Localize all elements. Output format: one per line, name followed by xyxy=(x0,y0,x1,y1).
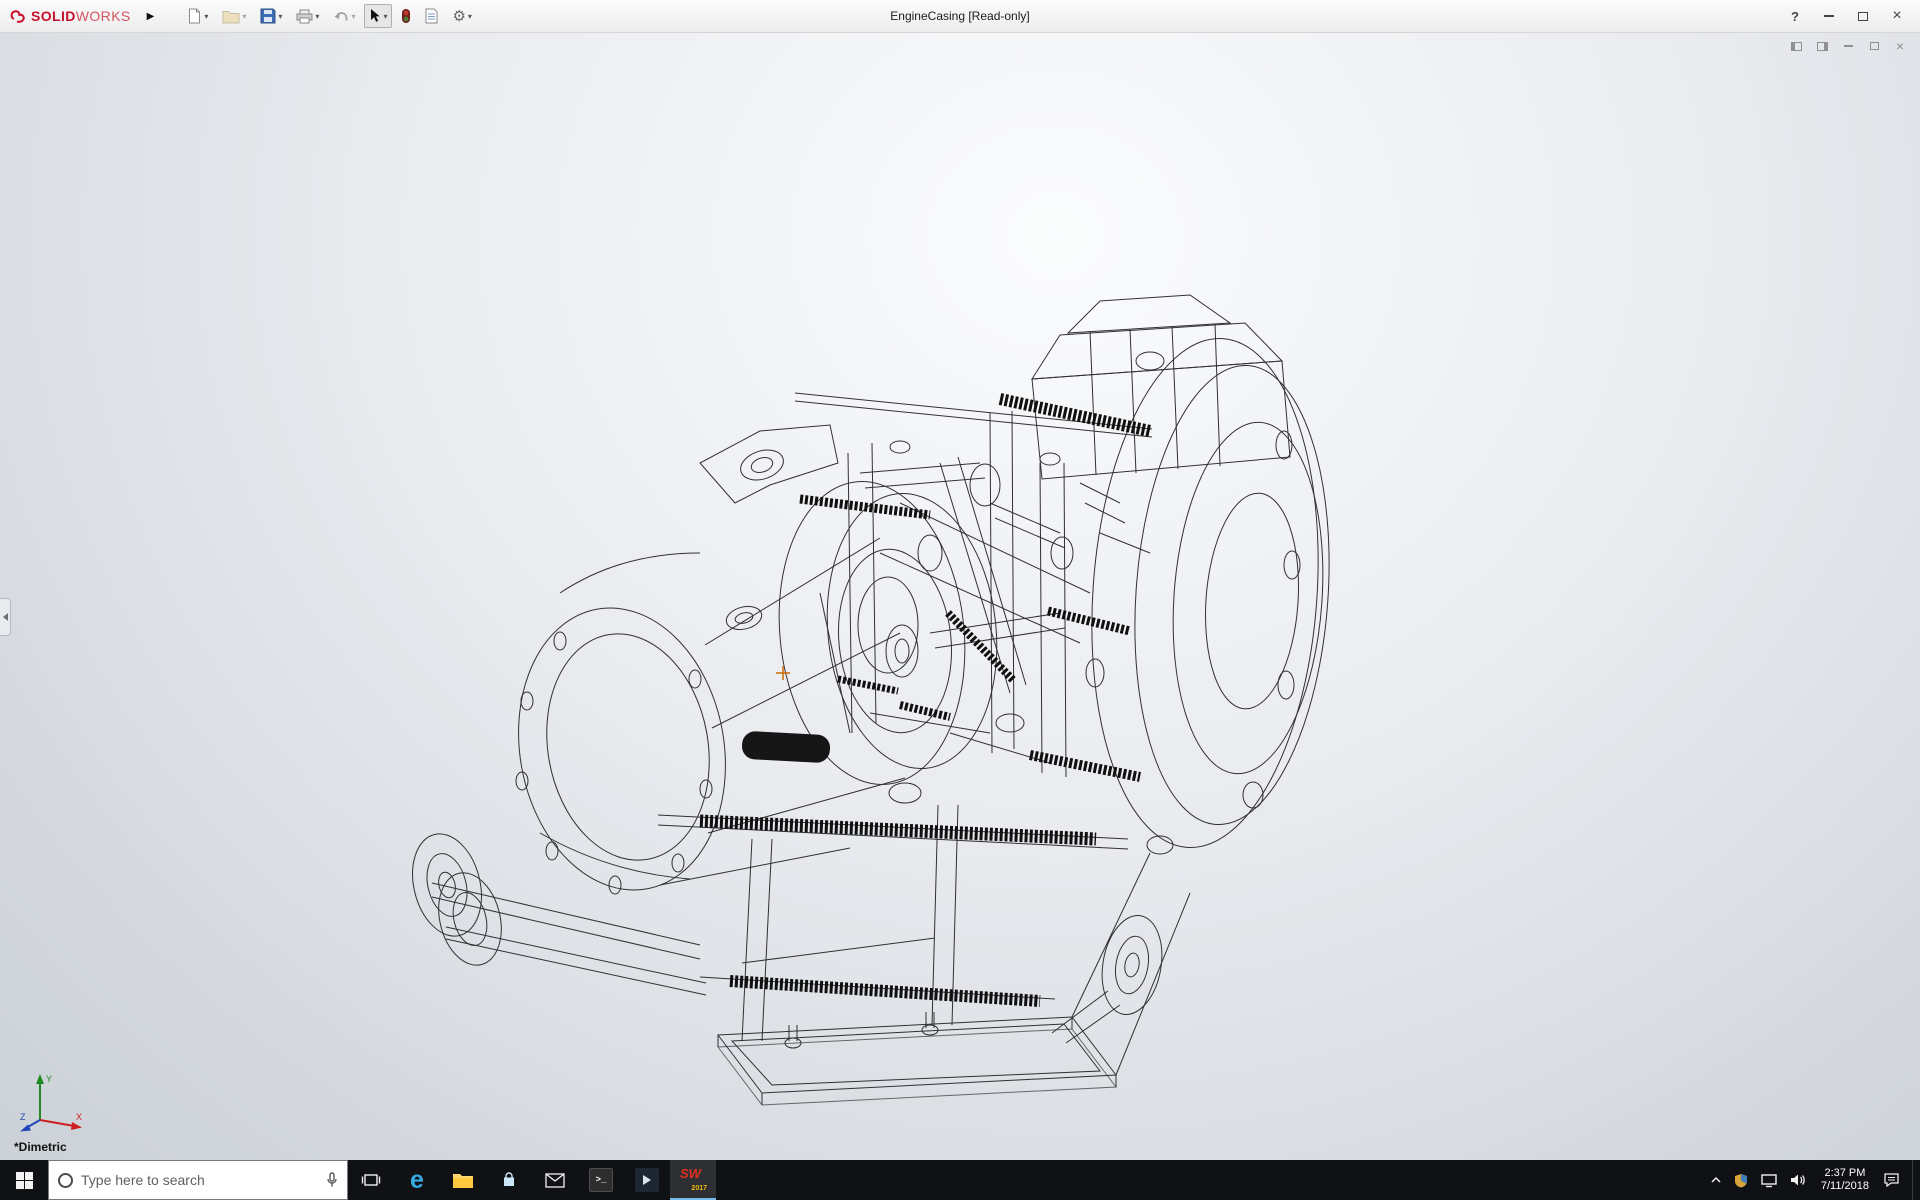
taskbar-clock[interactable]: 2:37 PM 7/11/2018 xyxy=(1819,1167,1871,1193)
print-icon xyxy=(296,9,313,24)
undo-arrow-icon xyxy=(333,9,349,23)
new-document-button[interactable]: ▾ xyxy=(182,4,213,28)
view-orientation-label: *Dimetric xyxy=(14,1140,67,1154)
system-tray: 2:37 PM 7/11/2018 xyxy=(1710,1160,1920,1200)
open-button[interactable]: ▾ xyxy=(217,5,251,28)
show-hidden-icons-button[interactable] xyxy=(1710,1176,1722,1184)
options-button[interactable]: ⚙ ▾ xyxy=(447,5,476,28)
ethernet-network-icon xyxy=(1760,1173,1778,1188)
document-title: EngineCasing [Read-only] xyxy=(890,9,1029,23)
command-prompt-icon: >_ xyxy=(589,1168,613,1192)
mail-envelope-icon xyxy=(545,1173,565,1188)
movies-tv-button[interactable] xyxy=(624,1160,670,1200)
undo-caret[interactable]: ▾ xyxy=(351,12,355,21)
edge-browser-button[interactable]: e xyxy=(394,1160,440,1200)
rebuild-semaphore-icon xyxy=(401,8,411,24)
security-tray-button[interactable] xyxy=(1734,1173,1748,1188)
solidworks-logo: SOLIDWORKS xyxy=(0,6,131,26)
axis-x-label: X xyxy=(76,1112,82,1122)
clock-time: 2:37 PM xyxy=(1824,1167,1865,1180)
new-document-icon xyxy=(187,8,202,24)
close-button[interactable]: × xyxy=(1880,4,1914,28)
microphone-icon[interactable] xyxy=(326,1172,338,1188)
minimize-icon xyxy=(1824,15,1834,17)
open-caret[interactable]: ▾ xyxy=(242,12,246,21)
solidworks-taskbar-button[interactable]: SW 2017 xyxy=(670,1160,716,1200)
action-center-icon xyxy=(1883,1172,1900,1188)
select-cursor-icon xyxy=(369,8,381,24)
minimize-button[interactable] xyxy=(1812,4,1846,28)
engine-wireframe-model[interactable] xyxy=(0,33,1920,1160)
taskbar-search-box[interactable] xyxy=(48,1160,348,1200)
volume-tray-button[interactable] xyxy=(1790,1173,1807,1187)
restore-icon xyxy=(1858,12,1868,21)
brand-suffix: WORKS xyxy=(76,8,131,24)
windows-taskbar: e >_ xyxy=(0,1160,1920,1200)
file-properties-button[interactable] xyxy=(420,4,443,28)
axis-z-label: Z xyxy=(20,1112,26,1122)
save-caret[interactable]: ▾ xyxy=(278,12,282,21)
solidworks-app-icon: SW 2017 xyxy=(679,1166,707,1192)
file-explorer-icon xyxy=(452,1172,474,1189)
ds-logo-icon xyxy=(8,6,28,26)
cortana-icon xyxy=(58,1173,73,1188)
maximize-restore-button[interactable] xyxy=(1846,4,1880,28)
task-view-button[interactable] xyxy=(348,1160,394,1200)
new-document-caret[interactable]: ▾ xyxy=(204,12,208,21)
print-caret[interactable]: ▾ xyxy=(315,12,319,21)
chevron-up-icon xyxy=(1710,1176,1722,1184)
reference-triad: Y X Z xyxy=(18,1068,88,1132)
movies-tv-icon xyxy=(635,1168,659,1192)
speaker-icon xyxy=(1790,1173,1807,1187)
brand-name: SOLIDWORKS xyxy=(31,8,131,24)
solidworks-app-year: 2017 xyxy=(691,1185,707,1192)
options-caret[interactable]: ▾ xyxy=(468,12,472,21)
store-bag-icon xyxy=(500,1171,518,1189)
select-caret[interactable]: ▾ xyxy=(383,12,387,21)
network-tray-button[interactable] xyxy=(1760,1173,1778,1188)
axis-y-label: Y xyxy=(46,1074,52,1084)
show-desktop-button[interactable] xyxy=(1912,1160,1918,1200)
select-tool-button[interactable]: ▾ xyxy=(364,4,392,28)
windows-logo-icon xyxy=(16,1172,33,1189)
mail-app-button[interactable] xyxy=(532,1160,578,1200)
graphics-viewport[interactable]: × xyxy=(0,33,1920,1160)
window-controls: ? × xyxy=(1778,4,1920,28)
clock-date: 7/11/2018 xyxy=(1821,1180,1869,1193)
start-button[interactable] xyxy=(0,1160,48,1200)
microsoft-store-button[interactable] xyxy=(486,1160,532,1200)
edge-icon: e xyxy=(410,1168,424,1193)
brand-prefix: SOLID xyxy=(31,8,76,24)
rebuild-button[interactable] xyxy=(396,4,416,28)
play-triangle-icon xyxy=(643,1175,651,1185)
quick-access-toolbar: ▾ ▾ ▾ xyxy=(182,4,477,28)
search-input[interactable] xyxy=(81,1172,318,1188)
defender-shield-icon xyxy=(1734,1173,1748,1188)
solidworks-app-label: SW xyxy=(680,1166,701,1181)
save-floppy-icon xyxy=(260,8,276,24)
action-center-button[interactable] xyxy=(1883,1172,1900,1188)
titlebar: SOLIDWORKS ▶ ▾ ▾ xyxy=(0,0,1920,33)
command-prompt-button[interactable]: >_ xyxy=(578,1160,624,1200)
options-gear-icon: ⚙ xyxy=(452,9,465,24)
solidworks-window: SOLIDWORKS ▶ ▾ ▾ xyxy=(0,0,1920,1200)
open-folder-icon xyxy=(222,9,240,24)
file-properties-icon xyxy=(425,8,438,24)
task-view-icon xyxy=(361,1172,381,1188)
menu-flyout-button[interactable]: ▶ xyxy=(147,11,155,22)
save-button[interactable]: ▾ xyxy=(255,4,287,28)
help-button[interactable]: ? xyxy=(1778,4,1812,28)
print-button[interactable]: ▾ xyxy=(291,5,324,28)
undo-button[interactable]: ▾ xyxy=(328,5,360,27)
origin-marker-icon xyxy=(776,666,790,680)
file-explorer-button[interactable] xyxy=(440,1160,486,1200)
